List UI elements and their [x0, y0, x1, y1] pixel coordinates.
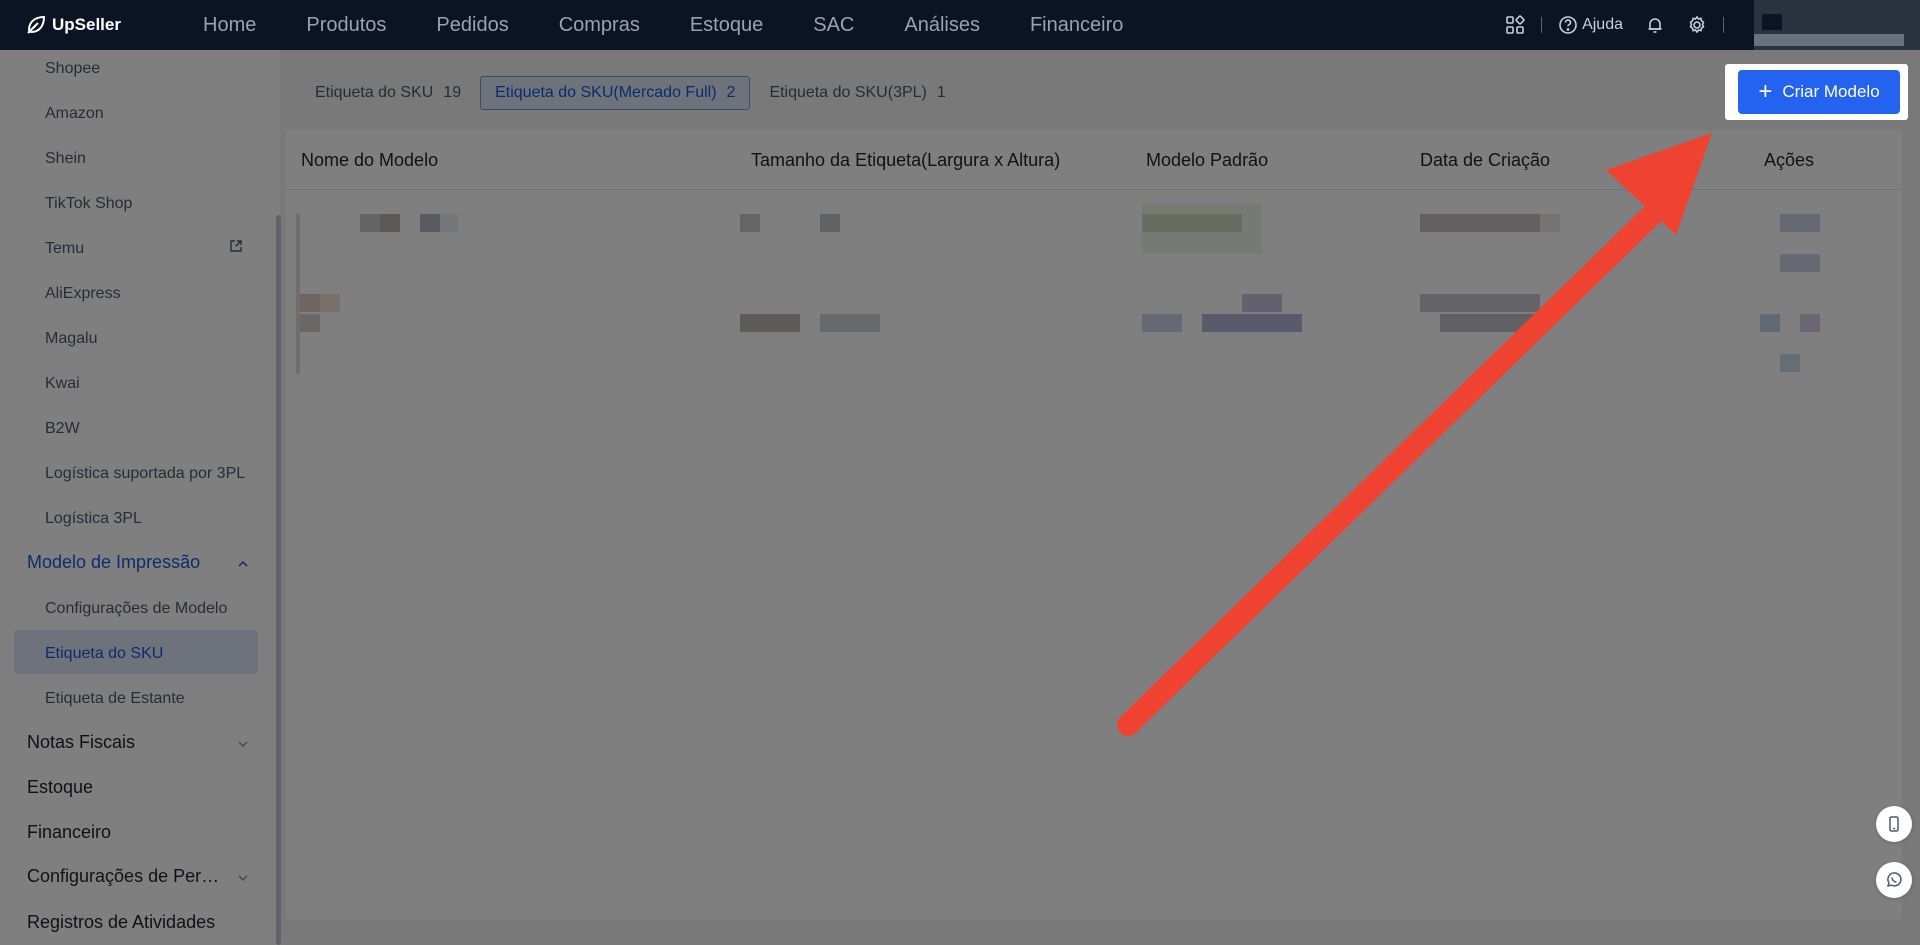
- nav-compras[interactable]: Compras: [559, 14, 640, 37]
- table-row-redacted-cell: [1142, 214, 1242, 232]
- table-row-redacted-cell: [1142, 314, 1182, 332]
- table-row-redacted-action[interactable]: [1780, 254, 1820, 272]
- table-row-redacted-cell: [360, 214, 380, 232]
- whatsapp-button[interactable]: [1876, 862, 1912, 898]
- phone-icon: [1889, 816, 1899, 832]
- table-row-redacted-cell: [300, 314, 320, 332]
- sidebar: Shopee Amazon Shein TikTok Shop Temu Ali…: [0, 50, 281, 945]
- tab-label: Etiqueta do SKU(Mercado Full): [495, 84, 717, 101]
- sidebar-item-magalu[interactable]: Magalu: [45, 330, 97, 348]
- column-header-created: Data de Criação: [1420, 150, 1551, 170]
- column-header-actions: Ações: [1764, 150, 1815, 170]
- sidebar-item-temu[interactable]: Temu: [45, 240, 84, 258]
- table-row-redacted-cell: [1440, 314, 1540, 332]
- account-name-placeholder: [1754, 34, 1904, 46]
- templates-table: Nome do Modelo Tamanho da Etiqueta(Largu…: [286, 130, 1902, 920]
- avatar: [1762, 14, 1782, 30]
- chevron-up-icon: [238, 560, 248, 567]
- sidebar-group-invoices[interactable]: Notas Fiscais: [27, 732, 135, 753]
- sidebar-item-aliexpress[interactable]: AliExpress: [45, 285, 121, 303]
- table-row-redacted-cell: [1202, 314, 1302, 332]
- gear-icon[interactable]: [1687, 15, 1707, 35]
- help-icon: [1559, 16, 1577, 34]
- table-row-redacted-cell: [1420, 214, 1540, 232]
- nav-pedidos[interactable]: Pedidos: [436, 14, 508, 37]
- table-row-redacted-cell: [300, 294, 320, 312]
- top-nav-bar: UpSeller Home Produtos Pedidos Compras E…: [0, 0, 1920, 50]
- sidebar-item-shopee[interactable]: Shopee: [45, 60, 100, 78]
- plus-icon: +: [1758, 78, 1773, 105]
- sidebar-item-shelf-label[interactable]: Etiqueta de Estante: [45, 690, 185, 708]
- divider: [1723, 17, 1724, 33]
- sidebar-item-b2w[interactable]: B2W: [45, 420, 80, 438]
- table-row-redacted-cell: [740, 214, 760, 232]
- help-label: Ajuda: [1582, 16, 1623, 33]
- chevron-down-icon: [238, 741, 248, 748]
- create-model-button[interactable]: + Criar Modelo: [1738, 70, 1900, 114]
- tab-sku-label[interactable]: Etiqueta do SKU 19: [300, 76, 476, 110]
- account-menu[interactable]: [1754, 0, 1920, 50]
- mobile-app-button[interactable]: [1876, 806, 1912, 842]
- sidebar-item-amazon[interactable]: Amazon: [45, 105, 104, 123]
- sidebar-group-permission-settings[interactable]: Configurações de Per…: [27, 866, 219, 887]
- tab-count: 1: [936, 84, 946, 101]
- table-header: Nome do Modelo Tamanho da Etiqueta(Largu…: [286, 130, 1902, 190]
- column-header-default: Modelo Padrão: [1146, 150, 1269, 170]
- tab-count: 19: [443, 84, 462, 101]
- table-row-redacted-action[interactable]: [1800, 314, 1820, 332]
- tab-sku-label-3pl[interactable]: Etiqueta do SKU(3PL) 1: [754, 76, 960, 110]
- table-row-redacted-cell: [320, 294, 340, 312]
- nav-analises[interactable]: Análises: [904, 14, 980, 37]
- help-link[interactable]: Ajuda: [1558, 15, 1623, 35]
- sidebar-item-shein[interactable]: Shein: [45, 150, 86, 168]
- top-right-tools: Ajuda: [1505, 0, 1920, 50]
- nav-home[interactable]: Home: [203, 14, 256, 37]
- brand-logo[interactable]: UpSeller: [24, 13, 179, 37]
- whatsapp-icon: [1886, 872, 1902, 888]
- sidebar-group-print-model[interactable]: Modelo de Impressão: [27, 552, 200, 573]
- sidebar-scrollbar[interactable]: [276, 215, 281, 945]
- table-row-redacted-action[interactable]: [1780, 214, 1820, 232]
- tab-label: Etiqueta do SKU: [315, 84, 434, 101]
- table-row-redacted-action[interactable]: [1780, 354, 1800, 372]
- table-row-redacted-cell: [440, 214, 458, 232]
- sidebar-item-3pl-logistics[interactable]: Logística 3PL: [45, 510, 142, 528]
- label-type-tabs: Etiqueta do SKU 19 Etiqueta do SKU(Merca…: [300, 76, 965, 110]
- sidebar-item-tiktok-shop[interactable]: TikTok Shop: [45, 195, 132, 213]
- chevron-down-icon: [238, 875, 248, 882]
- main-nav: Home Produtos Pedidos Compras Estoque SA…: [203, 14, 1173, 37]
- sidebar-item-kwai[interactable]: Kwai: [45, 375, 80, 393]
- apps-icon[interactable]: [1505, 15, 1525, 35]
- nav-estoque[interactable]: Estoque: [690, 14, 763, 37]
- nav-financeiro[interactable]: Financeiro: [1030, 14, 1123, 37]
- nav-sac[interactable]: SAC: [813, 14, 854, 37]
- table-row-redacted-cell: [1242, 294, 1282, 312]
- table-row-redacted-action[interactable]: [1760, 314, 1780, 332]
- table-row-redacted-cell: [380, 214, 400, 232]
- table-row-redacted-cell: [740, 314, 800, 332]
- column-header-size: Tamanho da Etiqueta(Largura x Altura): [751, 150, 1061, 170]
- divider: [1541, 17, 1543, 33]
- sidebar-group-stock[interactable]: Estoque: [27, 777, 93, 798]
- nav-produtos[interactable]: Produtos: [306, 14, 386, 37]
- tab-label: Etiqueta do SKU(3PL): [769, 84, 927, 101]
- upseller-logo-icon: [27, 15, 46, 34]
- sidebar-group-activity-log[interactable]: Registros de Atividades: [27, 912, 215, 933]
- table-row-redacted-cell: [820, 314, 880, 332]
- column-header-name: Nome do Modelo: [301, 150, 439, 170]
- tab-sku-label-mercado-full[interactable]: Etiqueta do SKU(Mercado Full) 2: [480, 76, 751, 110]
- table-row-redacted-cell: [820, 214, 840, 232]
- external-link-icon[interactable]: [228, 238, 244, 254]
- bell-icon[interactable]: [1645, 15, 1665, 35]
- sidebar-item-model-settings[interactable]: Configurações de Modelo: [45, 600, 227, 618]
- table-row-redacted-cell: [1420, 294, 1540, 312]
- sidebar-group-finance[interactable]: Financeiro: [27, 822, 111, 843]
- sidebar-item-sku-label[interactable]: Etiqueta do SKU: [45, 645, 163, 663]
- tab-count: 2: [726, 84, 736, 101]
- sidebar-item-3pl-supported[interactable]: Logística suportada por 3PL: [45, 465, 245, 483]
- brand-name: UpSeller: [52, 15, 121, 34]
- table-row-redacted-cell: [420, 214, 440, 232]
- table-row-redacted-cell: [1540, 214, 1560, 232]
- create-model-label: Criar Modelo: [1782, 82, 1880, 101]
